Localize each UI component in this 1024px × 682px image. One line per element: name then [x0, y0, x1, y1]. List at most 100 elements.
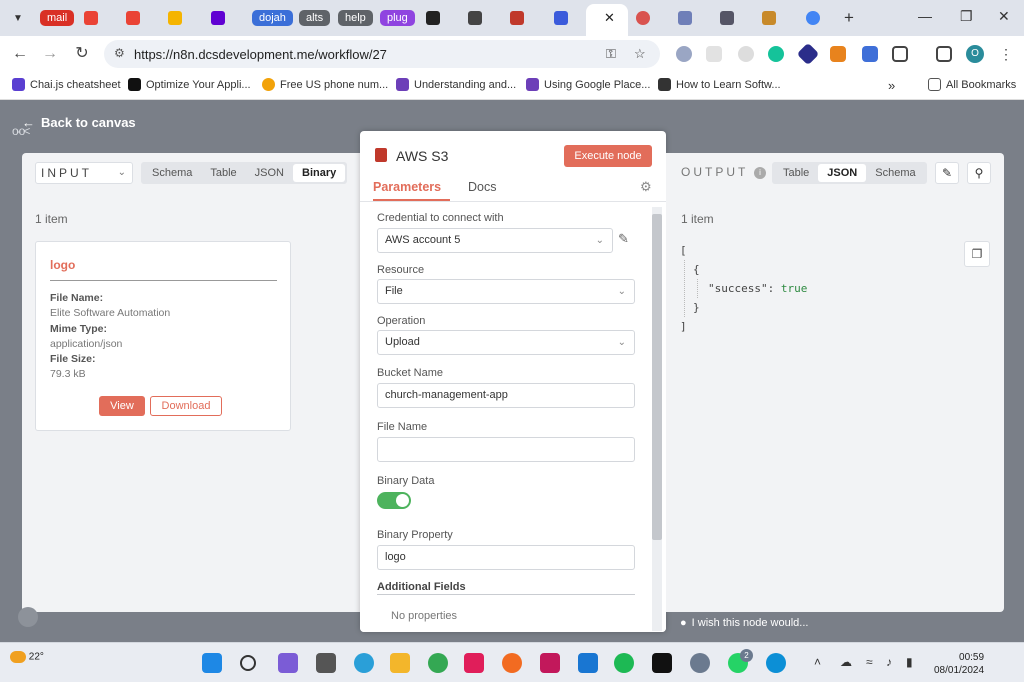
search-icon[interactable]	[240, 655, 256, 671]
extension-icon[interactable]	[862, 46, 878, 62]
resource-select[interactable]: File ⌄	[377, 279, 635, 304]
extension-icon[interactable]	[676, 46, 692, 62]
tab-site-1[interactable]	[426, 8, 440, 28]
user-avatar[interactable]	[18, 607, 38, 627]
tab-docs[interactable]: Docs	[468, 180, 496, 194]
back-to-canvas-link[interactable]: ← Back to canvas	[22, 115, 136, 130]
scrollbar-thumb[interactable]	[652, 214, 662, 540]
reload-icon[interactable]: ↻	[72, 44, 92, 64]
site-settings-icon[interactable]: ⚙	[114, 46, 125, 60]
tab-close-icon[interactable]: ✕	[604, 8, 615, 28]
weather-widget[interactable]: 22°	[10, 651, 44, 663]
tab-yahoo-mail[interactable]	[168, 8, 182, 28]
chrome-icon[interactable]	[428, 653, 448, 673]
profile-avatar[interactable]: O	[966, 45, 984, 63]
output-tab-schema[interactable]: Schema	[866, 164, 924, 182]
bookmark-item[interactable]: How to Learn Softw...	[658, 78, 781, 91]
postman-icon[interactable]	[502, 653, 522, 673]
restore-icon[interactable]: ❐	[960, 8, 973, 25]
extension-icon[interactable]	[706, 46, 722, 62]
bookmark-item[interactable]: Using Google Place...	[526, 78, 650, 91]
side-panel-icon[interactable]	[936, 46, 952, 62]
extensions-puzzle-icon[interactable]	[892, 46, 908, 62]
operation-select[interactable]: Upload ⌄	[377, 330, 635, 355]
volume-icon[interactable]: ♪	[886, 655, 892, 669]
bookmark-item[interactable]: Chai.js cheatsheet	[12, 78, 121, 91]
address-bar[interactable]: ⚙ https://n8n.dcsdevelopment.me/workflow…	[104, 40, 660, 68]
system-clock[interactable]: 00:59 08/01/2024	[934, 651, 984, 677]
tab-mail[interactable]: mail	[40, 8, 75, 28]
tab-site-4[interactable]	[554, 8, 568, 28]
file-explorer-icon[interactable]	[390, 653, 410, 673]
bookmarks-overflow-icon[interactable]: »	[888, 78, 895, 93]
task-view-icon[interactable]	[316, 653, 336, 673]
download-file-button[interactable]: Download	[150, 396, 222, 416]
feedback-link[interactable]: ● I wish this node would...	[680, 617, 808, 629]
wifi-icon[interactable]: ≈	[866, 655, 873, 669]
json-key[interactable]: "success"	[708, 282, 768, 295]
tab-gmail-1[interactable]	[84, 8, 98, 28]
tab-site-2[interactable]	[468, 8, 482, 28]
password-key-icon[interactable]: ⚿	[606, 46, 616, 62]
spotify-icon[interactable]	[614, 653, 634, 673]
extension-icon[interactable]	[738, 46, 754, 62]
bookmark-item[interactable]: Understanding and...	[396, 78, 516, 91]
output-tab-json[interactable]: JSON	[818, 164, 867, 182]
tab-parameters[interactable]: Parameters	[373, 180, 441, 194]
slack-icon[interactable]	[464, 653, 484, 673]
edge-dev-icon[interactable]	[766, 653, 786, 673]
tab-n8n-2[interactable]	[678, 8, 692, 28]
info-icon[interactable]: i	[754, 167, 766, 179]
tab-search-chevron-icon[interactable]: ▼	[8, 8, 28, 28]
input-tab-binary[interactable]: Binary	[293, 164, 346, 182]
tab-yahoo[interactable]	[211, 8, 225, 28]
edge-icon[interactable]	[354, 653, 374, 673]
tab-site-3[interactable]	[510, 8, 524, 28]
copilot-icon[interactable]	[278, 653, 298, 673]
jetbrains-icon[interactable]	[540, 653, 560, 673]
bookmark-star-icon[interactable]: ☆	[634, 46, 646, 62]
vscode-icon[interactable]	[578, 653, 598, 673]
netflix-icon[interactable]	[652, 653, 672, 673]
execute-node-button[interactable]: Execute node	[564, 145, 652, 167]
node-settings-gear-icon[interactable]: ⚙	[640, 179, 652, 195]
tray-chevron-up-icon[interactable]: ˄	[814, 655, 821, 669]
tab-site-6[interactable]	[762, 8, 776, 28]
start-windows-icon[interactable]	[202, 653, 222, 673]
new-tab-plus-icon[interactable]: +	[844, 8, 854, 28]
edit-credential-pencil-icon[interactable]: ✎	[618, 231, 629, 247]
bookmark-item[interactable]: Free US phone num...	[262, 78, 388, 91]
output-tab-table[interactable]: Table	[774, 164, 818, 182]
tab-google[interactable]	[806, 8, 820, 28]
battery-icon[interactable]: ▮	[906, 655, 913, 669]
all-bookmarks[interactable]: All Bookmarks	[928, 78, 1016, 91]
input-tab-schema[interactable]: Schema	[143, 164, 201, 182]
back-arrow-icon[interactable]: ←	[10, 44, 30, 64]
copy-json-icon[interactable]: ❐	[964, 241, 990, 267]
file-name-input[interactable]	[377, 437, 635, 462]
bucket-name-input[interactable]: church-management-app	[377, 383, 635, 408]
more-menu-icon[interactable]: ⋮	[996, 44, 1016, 64]
tab-site-5[interactable]	[636, 8, 650, 28]
tab-help[interactable]: help	[338, 8, 373, 28]
bookmark-item[interactable]: Optimize Your Appli...	[128, 78, 251, 91]
credential-select[interactable]: AWS account 5 ⌄	[377, 228, 613, 253]
tab-alts[interactable]: alts	[299, 8, 331, 28]
minimize-icon[interactable]: —	[918, 8, 932, 24]
input-node-select[interactable]: INPUT ⌄	[35, 162, 133, 184]
forward-arrow-icon[interactable]: →	[40, 44, 60, 64]
settings-gear-icon[interactable]	[690, 653, 710, 673]
tab-n8n-3[interactable]	[720, 8, 734, 28]
cloud-icon[interactable]: ☁	[840, 655, 852, 669]
tab-plug[interactable]: plug	[380, 8, 415, 28]
extension-icon[interactable]	[796, 42, 820, 66]
node-title[interactable]: AWS S3	[396, 148, 448, 164]
input-tab-json[interactable]: JSON	[246, 164, 293, 182]
input-tab-table[interactable]: Table	[201, 164, 245, 182]
tab-dojah[interactable]: dojah	[252, 8, 293, 28]
grammarly-icon[interactable]	[768, 46, 784, 62]
pin-data-icon[interactable]: ⚲	[967, 162, 991, 184]
view-file-button[interactable]: View	[99, 396, 145, 416]
window-close-icon[interactable]: ✕	[998, 8, 1010, 25]
metamask-icon[interactable]	[830, 46, 846, 62]
